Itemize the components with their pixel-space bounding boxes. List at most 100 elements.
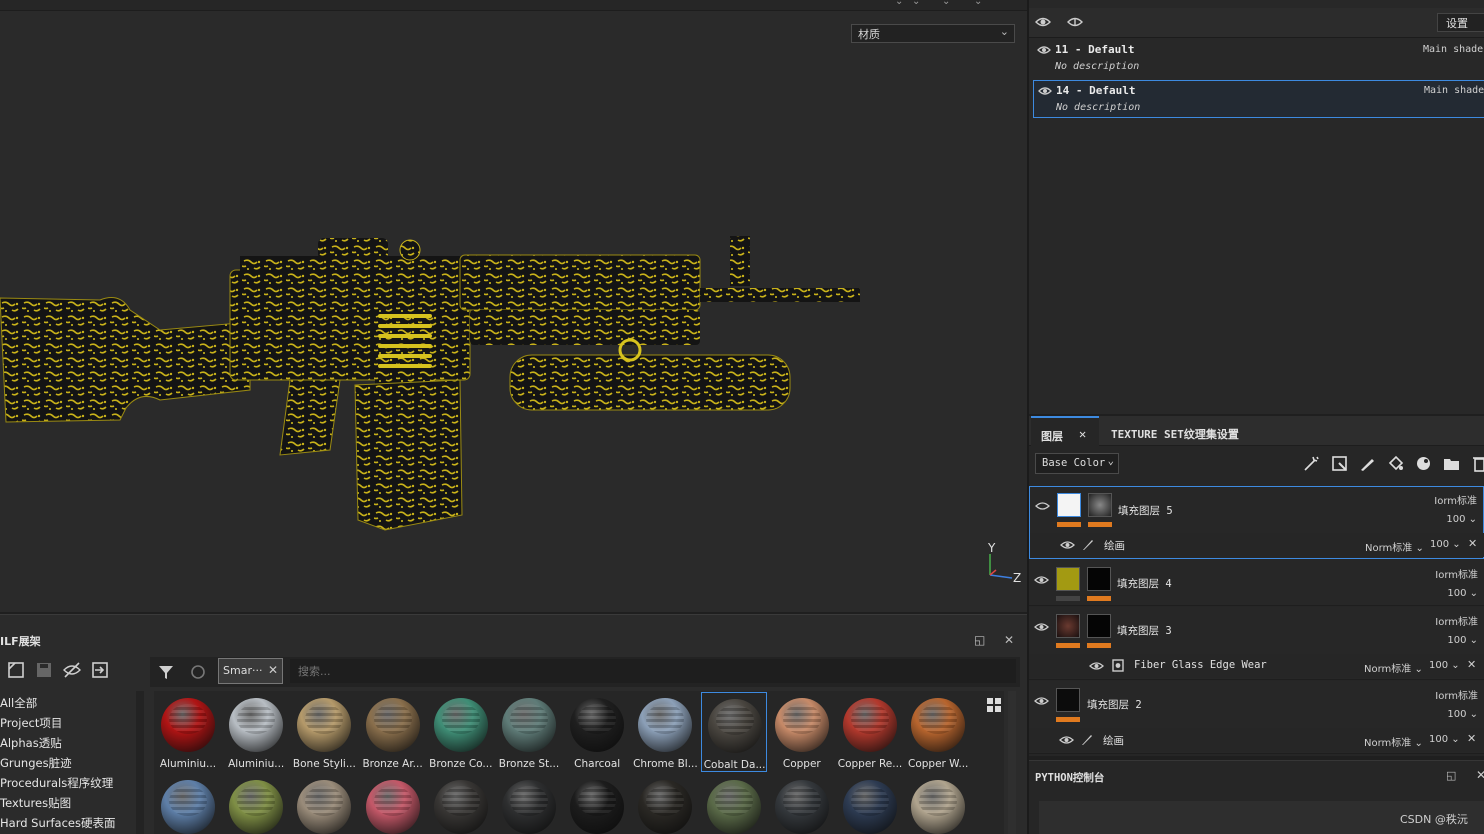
category-scrollbar[interactable] bbox=[136, 691, 144, 834]
layer-row[interactable]: 填充图层 4 Iorm标准 100 ⌄ bbox=[1029, 560, 1484, 606]
save-icon[interactable] bbox=[35, 661, 53, 679]
eye-icon[interactable] bbox=[1060, 539, 1075, 551]
material-thumbnail[interactable] bbox=[632, 774, 698, 834]
eye-icon[interactable] bbox=[1037, 44, 1051, 56]
sub-effect-blend[interactable]: Norm标准 ⌄ bbox=[1364, 660, 1423, 675]
trash-icon[interactable] bbox=[1471, 455, 1484, 472]
layer-opacity[interactable]: 100 ⌄ bbox=[1447, 709, 1478, 720]
channel-dropdown[interactable]: Base Color ⌄ bbox=[1035, 453, 1119, 474]
gun-model[interactable] bbox=[0, 230, 880, 540]
layer-color-thumbnail[interactable] bbox=[1056, 688, 1080, 712]
material-thumbnail[interactable] bbox=[155, 774, 221, 834]
category-alphas[interactable]: Alphas透贴 bbox=[0, 733, 136, 753]
category-all[interactable]: All全部 bbox=[0, 693, 136, 713]
eye-icon[interactable] bbox=[1089, 660, 1104, 672]
material-thumbnail[interactable] bbox=[291, 774, 357, 834]
chevron-down-icon[interactable]: ⌄ bbox=[895, 0, 903, 7]
shelf-scrollbar[interactable] bbox=[1008, 691, 1016, 834]
material-thumbnail[interactable] bbox=[564, 774, 630, 834]
layer-mask-thumbnail[interactable] bbox=[1087, 567, 1111, 591]
3d-viewport[interactable]: ⌄ ⌄ ⌄ ⌄ 材质 ⌄ Y Z bbox=[0, 0, 1027, 612]
chevron-down-icon[interactable]: ⌄ bbox=[942, 0, 950, 7]
material-thumbnail[interactable]: Aluminiu... bbox=[155, 692, 221, 772]
material-thumbnail[interactable] bbox=[428, 774, 494, 834]
layer-blend-mode[interactable]: Iorm标准 bbox=[1435, 566, 1478, 581]
close-icon[interactable]: ✕ bbox=[268, 663, 278, 677]
material-thumbnail[interactable]: Charcoal bbox=[564, 692, 630, 772]
sub-effect-blend[interactable]: Norm标准 ⌄ bbox=[1365, 539, 1424, 554]
material-thumbnail[interactable]: Cobalt Da... bbox=[700, 692, 767, 772]
import-icon[interactable] bbox=[91, 661, 109, 679]
layer-blend-mode[interactable]: Iorm标准 bbox=[1435, 613, 1478, 628]
eye-icon[interactable] bbox=[1059, 734, 1074, 746]
layer-row[interactable]: 填充图层 3 Iorm标准 100 ⌄ Fiber Glass Edge Wea… bbox=[1029, 607, 1484, 680]
fill-layer-icon[interactable] bbox=[1387, 455, 1404, 472]
layer-row[interactable]: 填充图层 2 Iorm标准 100 ⌄ 绘画 Norm标准 ⌄ 100 ⌄ ✕ bbox=[1029, 681, 1484, 754]
texture-set-item[interactable]: 14 - Default No description Main shade bbox=[1033, 80, 1484, 118]
hide-icon[interactable] bbox=[63, 661, 81, 679]
layer-blend-mode[interactable]: Iorm标准 bbox=[1435, 687, 1478, 702]
smart-material-icon[interactable] bbox=[1415, 455, 1432, 472]
layer-sub-effect[interactable]: 绘画 Norm标准 ⌄ 100 ⌄ ✕ bbox=[1029, 728, 1484, 752]
close-icon[interactable]: ✕ bbox=[1079, 427, 1086, 441]
category-textures[interactable]: Textures贴图 bbox=[0, 793, 136, 813]
close-icon[interactable]: ✕ bbox=[1476, 768, 1484, 782]
layer-opacity[interactable]: 100 ⌄ bbox=[1447, 588, 1478, 599]
tab-texture-set-settings[interactable]: TEXTURE SET纹理集设置 bbox=[1101, 416, 1253, 446]
layer-sub-effect[interactable]: 绘画 Norm标准 ⌄ 100 ⌄ ✕ bbox=[1030, 533, 1484, 557]
folder-icon[interactable] bbox=[1443, 455, 1460, 472]
eye-icon[interactable] bbox=[1067, 15, 1083, 29]
search-tag[interactable]: Smar··· ✕ bbox=[218, 658, 283, 684]
layer-color-thumbnail[interactable] bbox=[1056, 567, 1080, 591]
eye-icon[interactable] bbox=[1034, 574, 1049, 586]
category-grunges[interactable]: Grunges脏迹 bbox=[0, 753, 136, 773]
float-panel-icon[interactable]: ◱ bbox=[974, 633, 985, 647]
sub-effect-opacity[interactable]: 100 ⌄ bbox=[1429, 660, 1460, 671]
material-mode-dropdown[interactable]: 材质 ⌄ bbox=[851, 24, 1015, 43]
layer-mask-thumbnail[interactable] bbox=[1087, 614, 1111, 638]
layer-sub-effect[interactable]: Fiber Glass Edge Wear Norm标准 ⌄ 100 ⌄ ✕ bbox=[1029, 654, 1484, 678]
grid-view-icon[interactable] bbox=[986, 697, 1002, 713]
layer-mask-thumbnail[interactable] bbox=[1088, 493, 1112, 517]
material-thumbnail[interactable]: Copper Re... bbox=[837, 692, 903, 772]
category-project[interactable]: Project项目 bbox=[0, 713, 136, 733]
eye-icon[interactable] bbox=[1034, 621, 1049, 633]
new-resource-icon[interactable] bbox=[7, 661, 25, 679]
refresh-icon[interactable] bbox=[190, 664, 206, 680]
material-thumbnail[interactable]: Aluminiu... bbox=[223, 692, 289, 772]
layer-blend-mode[interactable]: Iorm标准 bbox=[1434, 492, 1477, 507]
sub-effect-opacity[interactable]: 100 ⌄ bbox=[1429, 734, 1460, 745]
add-effect-icon[interactable] bbox=[1303, 455, 1320, 472]
category-hard-surfaces[interactable]: Hard Surfaces硬表面 bbox=[0, 813, 136, 833]
close-icon[interactable]: ✕ bbox=[1468, 537, 1477, 550]
eye-icon[interactable] bbox=[1038, 85, 1052, 97]
eye-icon[interactable] bbox=[1034, 695, 1049, 707]
material-thumbnail[interactable] bbox=[837, 774, 903, 834]
sub-effect-blend[interactable]: Norm标准 ⌄ bbox=[1364, 734, 1423, 749]
filter-icon[interactable] bbox=[158, 664, 174, 680]
tab-layers[interactable]: 图层 ✕ bbox=[1031, 416, 1099, 446]
layer-row[interactable]: 填充图层 5 Iorm标准 100 ⌄ 绘画 Norm标准 ⌄ 100 ⌄ ✕ bbox=[1029, 486, 1484, 559]
paint-layer-icon[interactable] bbox=[1359, 455, 1376, 472]
close-icon[interactable]: ✕ bbox=[1467, 732, 1476, 745]
float-panel-icon[interactable]: ◱ bbox=[1446, 769, 1456, 782]
eye-icon[interactable] bbox=[1035, 15, 1051, 29]
material-thumbnail[interactable] bbox=[360, 774, 426, 834]
material-thumbnail[interactable]: Bronze Ar... bbox=[360, 692, 426, 772]
layer-color-thumbnail[interactable] bbox=[1056, 614, 1080, 638]
material-thumbnail[interactable]: Bone Styli... bbox=[291, 692, 357, 772]
material-thumbnail[interactable]: Bronze St... bbox=[496, 692, 562, 772]
eye-icon[interactable] bbox=[1035, 500, 1050, 512]
material-thumbnail[interactable] bbox=[905, 774, 971, 834]
texture-set-shader[interactable]: Main shade bbox=[1423, 44, 1483, 55]
settings-button[interactable]: 设置 bbox=[1437, 13, 1484, 32]
chevron-down-icon[interactable]: ⌄ bbox=[974, 0, 982, 7]
material-thumbnail[interactable] bbox=[223, 774, 289, 834]
material-thumbnail[interactable] bbox=[496, 774, 562, 834]
material-thumbnail[interactable] bbox=[769, 774, 835, 834]
category-procedurals[interactable]: Procedurals程序纹理 bbox=[0, 773, 136, 793]
texture-set-item[interactable]: 11 - Default No description Main shade bbox=[1033, 40, 1484, 78]
material-thumbnail[interactable]: Bronze Co... bbox=[428, 692, 494, 772]
close-icon[interactable]: ✕ bbox=[1004, 633, 1014, 647]
chevron-down-icon[interactable]: ⌄ bbox=[912, 0, 920, 7]
